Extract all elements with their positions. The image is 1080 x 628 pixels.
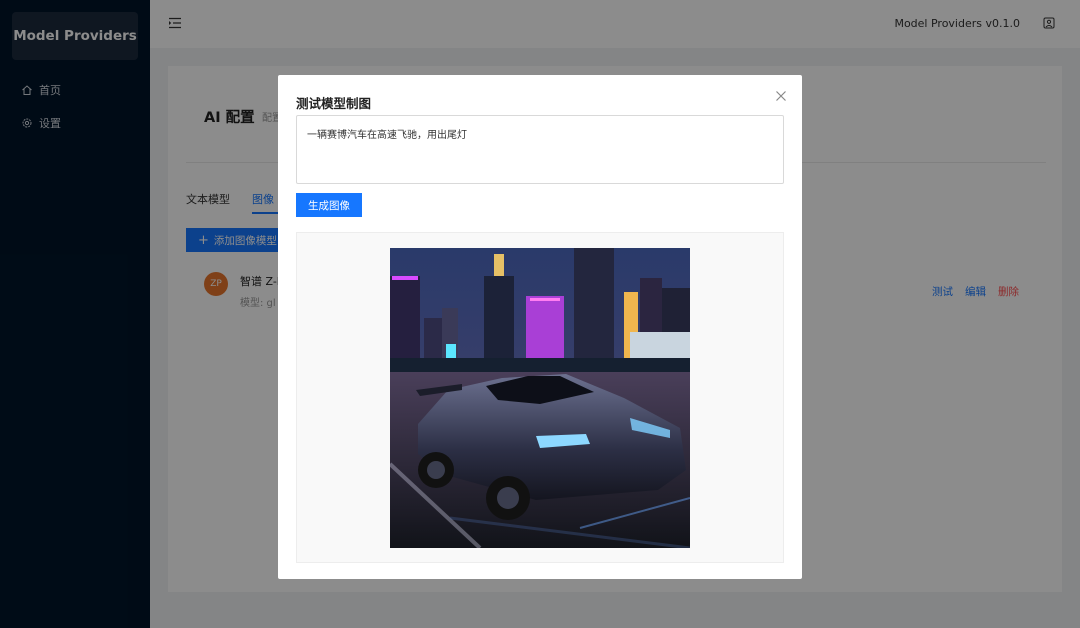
prompt-input[interactable] bbox=[296, 115, 784, 184]
test-image-modal: 测试模型制图 生成图像 bbox=[278, 75, 802, 579]
generated-car-image bbox=[390, 248, 690, 548]
generate-image-button[interactable]: 生成图像 bbox=[296, 193, 362, 217]
image-preview-area bbox=[296, 232, 784, 563]
close-icon[interactable] bbox=[774, 89, 788, 103]
modal-title: 测试模型制图 bbox=[296, 96, 372, 111]
